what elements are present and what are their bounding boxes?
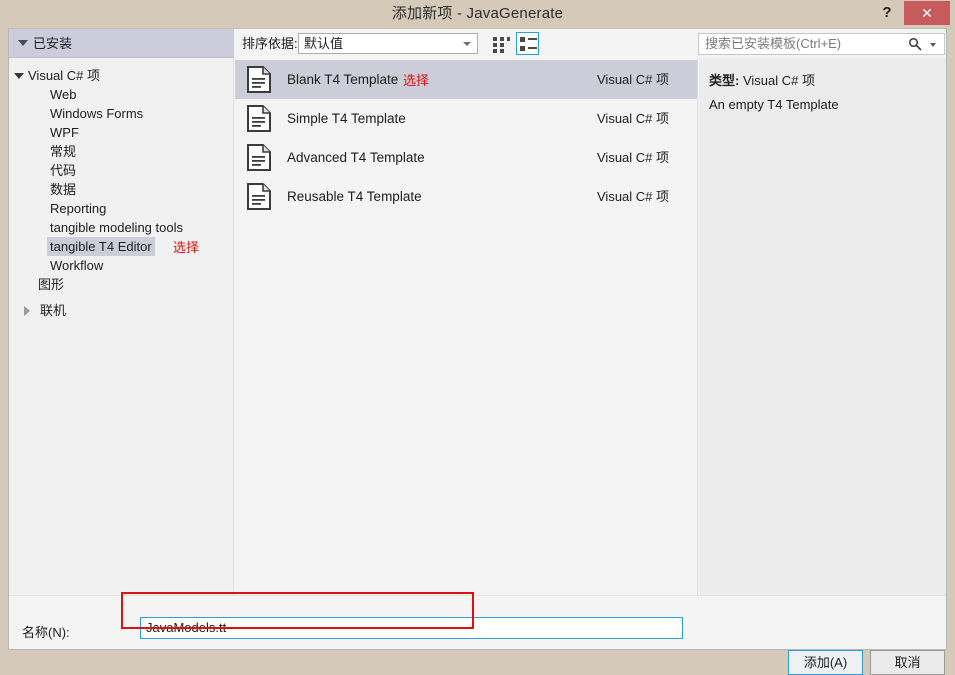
- tree-item-tangible-modeling-tools[interactable]: tangible modeling tools: [47, 218, 186, 237]
- sort-dropdown-value: 默认值: [304, 36, 344, 51]
- list-line: [528, 47, 537, 49]
- tree-item-label: 数据: [50, 182, 77, 197]
- tree-item-wpf[interactable]: WPF: [47, 123, 82, 142]
- sort-bar: 排序依据: 默认值: [234, 29, 698, 58]
- sort-label: 排序依据:: [242, 36, 298, 51]
- search-area: 搜索已安装模板(Ctrl+E): [698, 29, 946, 58]
- template-list-item-reusable-t4[interactable]: Reusable T4 Template Visual C# 项: [235, 177, 697, 216]
- grid-dot: [493, 49, 497, 53]
- tree-item-web[interactable]: Web: [47, 85, 80, 104]
- tree-item-graphics[interactable]: 图形: [35, 275, 67, 294]
- template-list[interactable]: Blank T4 Template 选择 Visual C# 项 Simple …: [235, 58, 698, 595]
- template-kind: Visual C# 项: [597, 111, 670, 126]
- help-button[interactable]: ?: [873, 0, 901, 26]
- template-kind: Visual C# 项: [597, 189, 670, 204]
- tree-item-online[interactable]: 联机: [24, 301, 69, 320]
- template-list-item-blank-t4[interactable]: Blank T4 Template 选择 Visual C# 项: [235, 60, 697, 99]
- installed-templates-tree[interactable]: Visual C# 项 Web Windows Forms WPF 常规 代码 …: [9, 58, 234, 595]
- template-name: Blank T4 Template: [287, 72, 399, 87]
- window-title: 添加新项 - JavaGenerate: [391, 5, 564, 22]
- annotation-select-tree: 选择: [173, 240, 200, 255]
- tree-item-label: Workflow: [50, 258, 104, 273]
- tree-item-label: 代码: [50, 163, 77, 178]
- tree-item-label: 图形: [38, 277, 65, 292]
- cancel-button[interactable]: 取消: [870, 650, 945, 675]
- document-icon: [247, 183, 271, 210]
- list-line: [528, 38, 537, 40]
- close-icon[interactable]: ✕: [904, 1, 950, 25]
- grid-dot: [500, 43, 504, 47]
- name-label: 名称(N):: [22, 625, 70, 640]
- search-icon: [908, 37, 922, 51]
- grid-dot: [493, 43, 497, 47]
- template-kind: Visual C# 项: [597, 72, 670, 87]
- template-list-item-advanced-t4[interactable]: Advanced T4 Template Visual C# 项: [235, 138, 697, 177]
- medium-icons-view-button[interactable]: [489, 32, 512, 55]
- template-kind: Visual C# 项: [597, 150, 670, 165]
- grid-dot: [493, 37, 497, 41]
- grid-dot: [500, 37, 504, 41]
- tree-item-label: Web: [50, 87, 77, 102]
- tree-item-label: tangible modeling tools: [50, 220, 183, 235]
- tree-item-data[interactable]: 数据: [47, 180, 79, 199]
- list-view-button[interactable]: [516, 32, 539, 55]
- template-list-item-simple-t4[interactable]: Simple T4 Template Visual C# 项: [235, 99, 697, 138]
- template-name: Simple T4 Template: [287, 111, 406, 126]
- sort-dropdown[interactable]: 默认值: [298, 33, 478, 54]
- tree-item-label: tangible T4 Editor: [47, 237, 155, 256]
- chevron-down-icon[interactable]: [14, 73, 24, 79]
- add-button[interactable]: 添加(A): [788, 650, 863, 675]
- tree-item-label: Visual C# 项: [28, 68, 101, 83]
- tree-item-label: Reporting: [50, 201, 107, 216]
- tree-item-code[interactable]: 代码: [47, 161, 79, 180]
- description-text: An empty T4 Template: [709, 97, 839, 112]
- installed-group-header[interactable]: 已安装: [9, 29, 234, 58]
- annotation-select-template: 选择: [403, 73, 430, 88]
- document-icon: [247, 105, 271, 132]
- name-input-value: JavaModels.tt: [146, 620, 227, 635]
- tree-item-reporting[interactable]: Reporting: [47, 199, 109, 218]
- chevron-right-icon[interactable]: [24, 306, 30, 316]
- grid-dot: [507, 37, 510, 41]
- tree-item-tangible-t4-editor[interactable]: tangible T4 Editor: [47, 237, 155, 256]
- dialog-client-area: 已安装 排序依据: 默认值 搜索已安装模板(Ctrl+E) Visual C# …: [8, 28, 947, 675]
- tree-item-label: WPF: [50, 125, 79, 140]
- description-type-label: 类型:: [709, 73, 740, 88]
- chevron-down-icon[interactable]: [930, 43, 936, 47]
- search-placeholder: 搜索已安装模板(Ctrl+E): [705, 36, 842, 51]
- grid-dot: [500, 49, 504, 53]
- search-input[interactable]: 搜索已安装模板(Ctrl+E): [698, 33, 945, 55]
- list-bullet: [520, 46, 525, 51]
- tree-item-label: Windows Forms: [50, 106, 144, 121]
- dialog-footer: 名称(N): JavaModels.tt: [9, 595, 946, 649]
- template-name: Advanced T4 Template: [287, 150, 425, 165]
- tree-item-visual-csharp[interactable]: Visual C# 项: [14, 66, 103, 85]
- chevron-down-icon: [18, 40, 28, 46]
- tree-item-label: 联机: [40, 303, 67, 318]
- tree-item-label: 常规: [50, 144, 77, 159]
- chevron-down-icon: [463, 42, 471, 46]
- document-icon: [247, 144, 271, 171]
- template-name: Reusable T4 Template: [287, 189, 422, 204]
- list-bullet: [520, 37, 525, 42]
- document-icon: [247, 66, 271, 93]
- description-type-value: Visual C# 项: [742, 73, 815, 88]
- description-type-line: 类型: Visual C# 项: [709, 70, 815, 89]
- tree-item-general[interactable]: 常规: [47, 142, 79, 161]
- tree-item-windows-forms[interactable]: Windows Forms: [47, 104, 146, 123]
- add-new-item-dialog: 添加新项 - JavaGenerate ? ✕ 已安装 排序依据: 默认值 搜索…: [0, 0, 955, 675]
- dialog-toolbar: 已安装 排序依据: 默认值 搜索已安装模板(Ctrl+E): [9, 29, 946, 58]
- installed-group-label: 已安装: [33, 36, 73, 51]
- template-description-panel: 类型: Visual C# 项 An empty T4 Template: [699, 58, 946, 595]
- title-bar: 添加新项 - JavaGenerate ? ✕: [0, 0, 955, 28]
- tree-item-workflow[interactable]: Workflow: [47, 256, 106, 275]
- name-input[interactable]: JavaModels.tt: [140, 617, 683, 639]
